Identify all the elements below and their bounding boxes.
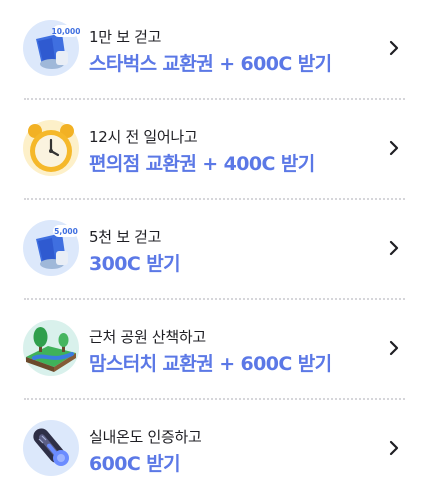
chevron-right-icon xyxy=(387,339,401,357)
mission-subtitle: 1만 보 걷고 xyxy=(89,28,162,46)
mission-subtitle: 근처 공원 산책하고 xyxy=(89,328,206,346)
mission-reward: 스타벅스 교환권 + 600C 받기 xyxy=(89,53,332,75)
mission-reward: 맘스터치 교환권 + 600C 받기 xyxy=(89,353,332,375)
chevron-right-icon xyxy=(387,39,401,57)
mission-row-room-temperature[interactable]: 실내온도 인증하고 600C 받기 xyxy=(0,400,429,500)
mission-row-park-walk[interactable]: 근처 공원 산책하고 맘스터치 교환권 + 600C 받기 xyxy=(0,300,429,400)
thermometer-icon xyxy=(22,419,80,477)
badge-5000: 5,000 xyxy=(54,227,78,236)
badge-10000: 10,000 xyxy=(52,27,80,36)
mission-reward: 300C 받기 xyxy=(89,253,181,275)
cup-10000-steps-icon: 10,000 xyxy=(22,19,80,77)
mission-subtitle: 12시 전 일어나고 xyxy=(89,128,198,146)
mission-row-10000-steps[interactable]: 10,000 1만 보 걷고 스타벅스 교환권 + 600C 받기 xyxy=(0,0,429,100)
cup-5000-steps-icon: 5,000 xyxy=(22,219,80,277)
park-icon xyxy=(22,319,80,377)
chevron-right-icon xyxy=(387,139,401,157)
mission-subtitle: 5천 보 걷고 xyxy=(89,228,162,246)
mission-row-5000-steps[interactable]: 5,000 5천 보 걷고 300C 받기 xyxy=(0,200,429,300)
chevron-right-icon xyxy=(387,239,401,257)
mission-subtitle: 실내온도 인증하고 xyxy=(89,428,202,446)
chevron-right-icon xyxy=(387,439,401,457)
mission-reward: 600C 받기 xyxy=(89,453,181,475)
mission-row-wake-up[interactable]: 12시 전 일어나고 편의점 교환권 + 400C 받기 xyxy=(0,100,429,200)
mission-reward: 편의점 교환권 + 400C 받기 xyxy=(89,153,315,175)
alarm-clock-icon xyxy=(22,119,80,177)
